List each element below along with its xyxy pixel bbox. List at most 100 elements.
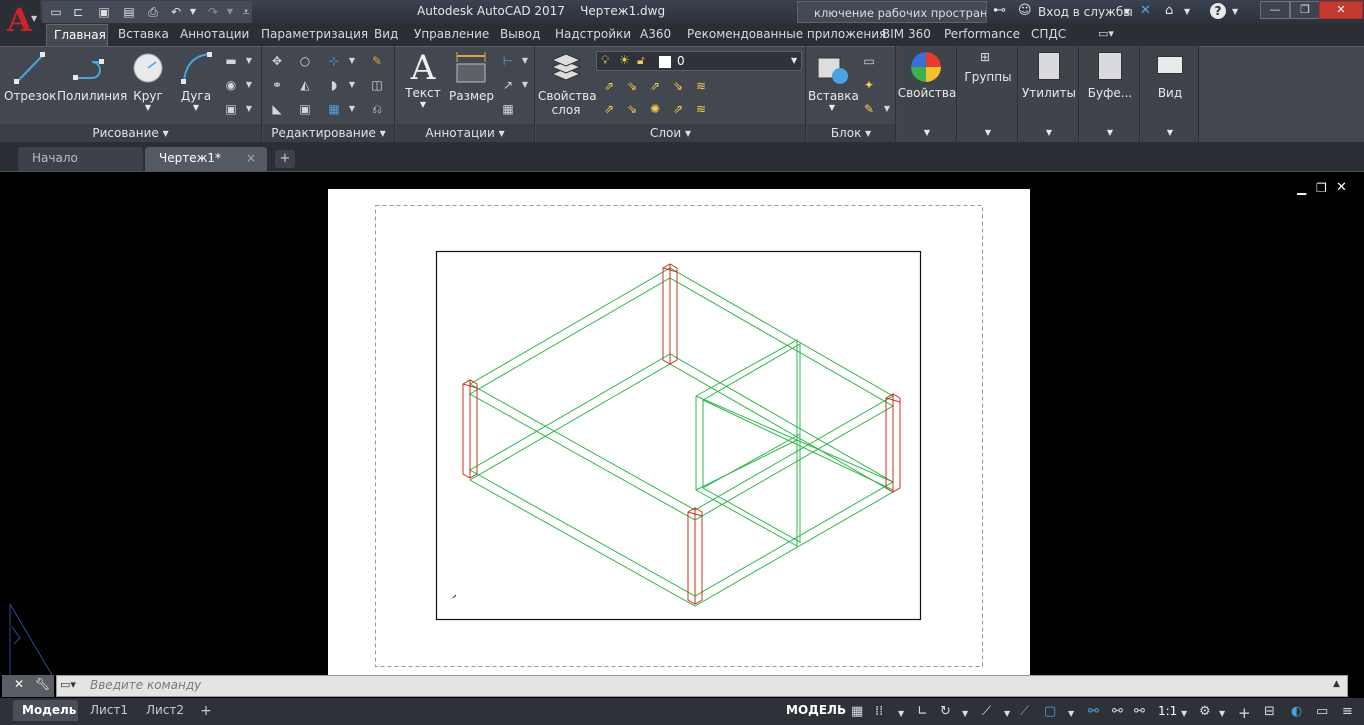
chevron-down-icon[interactable]: ▼ (1181, 709, 1187, 718)
tab-annotate[interactable]: Аннотации (180, 27, 249, 41)
tab-featured-apps[interactable]: Рекомендованные приложения (687, 27, 886, 41)
object-snap-icon[interactable]: ▢ (1044, 704, 1056, 719)
text-tool[interactable]: A Текст ▼ (401, 50, 445, 109)
layer-tool-icon[interactable]: ⇘ (669, 78, 687, 94)
boundary-icon[interactable]: ▣ (222, 101, 240, 117)
plus-icon[interactable]: + (1238, 704, 1251, 722)
chevron-down-icon[interactable]: ▼ (878, 101, 896, 117)
panel-utilities[interactable]: Утилиты ▼ (1019, 46, 1079, 142)
panel-layers-title[interactable]: Слои ▾ (536, 124, 805, 142)
undo-icon[interactable]: ↶ (168, 4, 184, 20)
hatch-icon[interactable]: ◉ (222, 77, 240, 93)
annotation-visibility-icon[interactable]: ⚯ (1088, 704, 1099, 719)
ortho-icon[interactable]: ∟ (917, 704, 928, 719)
customize-command-icon[interactable]: 🔧︎ (35, 677, 50, 691)
panel-view[interactable]: Вид ▼ (1141, 46, 1199, 142)
tab-bim360[interactable]: BIM 360 (882, 27, 931, 41)
customize-dropdown-icon[interactable]: ⩡ (238, 4, 254, 20)
chevron-down-icon[interactable]: ▼ (240, 53, 258, 69)
tab-manage[interactable]: Управление (414, 27, 489, 41)
tab-layout2[interactable]: Лист2 (146, 700, 184, 721)
customize-status-bar-icon[interactable]: ≡ (1342, 704, 1353, 719)
polar-icon[interactable]: ↻ (940, 704, 951, 719)
chevron-down-icon[interactable]: ▼ (516, 53, 534, 69)
tab-spds[interactable]: СПДС (1031, 27, 1066, 41)
layer-dropdown[interactable]: 💡︎ ☀ 🔓︎ 0 ▼ (596, 51, 802, 71)
attribute-icon[interactable]: ✎ (860, 101, 878, 117)
panel-groups[interactable]: ⊞ Группы ▼ (958, 46, 1018, 142)
close-tab-icon[interactable]: × (246, 151, 256, 165)
rectangle-icon[interactable]: ▬ (222, 53, 240, 69)
command-line[interactable] (56, 675, 1348, 697)
hardware-acceleration-icon[interactable]: ◐ (1291, 704, 1302, 719)
workspace-search-box[interactable]: ключение рабочих пространств (797, 1, 987, 23)
undo-dropdown-icon[interactable]: ▼ (185, 4, 201, 20)
close-command-icon[interactable]: ✕ (14, 677, 24, 691)
command-prompt-icon[interactable]: ▭▾ (60, 678, 76, 691)
tab-output[interactable]: Вывод (500, 27, 540, 41)
exchange-apps-icon[interactable]: ✕ (1140, 3, 1151, 18)
chevron-down-icon[interactable]: ▼ (1068, 709, 1074, 718)
layer-tool-icon[interactable]: ≋ (692, 101, 710, 117)
chevron-down-icon[interactable]: ▼ (1184, 7, 1190, 16)
layer-tool-icon[interactable]: ⇗ (646, 78, 664, 94)
move-icon[interactable]: ✥ (268, 53, 286, 69)
tab-parametric[interactable]: Параметризация (261, 27, 368, 41)
stretch-icon[interactable]: ◣ (268, 101, 286, 117)
layer-properties-tool[interactable]: Свойства слоя (538, 50, 597, 117)
table-icon[interactable]: ▦ (499, 101, 517, 117)
chevron-down-icon[interactable]: ▼ (1124, 7, 1130, 16)
chevron-down-icon[interactable]: ▼ (516, 77, 534, 93)
layer-tool-icon[interactable]: ⇘ (623, 101, 641, 117)
chevron-down-icon[interactable]: ▼ (962, 709, 968, 718)
annotation-scale-value[interactable]: 1:1 (1158, 704, 1177, 718)
layer-tool-icon[interactable]: ≋ (692, 78, 710, 94)
chevron-down-icon[interactable]: ▼ (343, 53, 361, 69)
copy-icon[interactable]: ⚭ (268, 77, 286, 93)
panel-properties[interactable]: Свойства ▼ (897, 46, 957, 142)
chevron-down-icon[interactable]: ▼ (343, 77, 361, 93)
model-space-toggle[interactable]: МОДЕЛЬ (786, 703, 846, 717)
tab-a360[interactable]: А360 (640, 27, 671, 41)
fillet-icon[interactable]: ◗ (325, 77, 343, 93)
chevron-down-icon[interactable]: ▼ (1219, 709, 1225, 718)
chevron-down-icon[interactable]: ▼ (1232, 7, 1238, 16)
redo-icon[interactable]: ↷ (205, 4, 221, 20)
panel-block-title[interactable]: Блок ▾ (807, 124, 895, 142)
tab-addins[interactable]: Надстройки (555, 27, 631, 41)
polyline-tool[interactable]: Полилиния (57, 50, 127, 103)
chevron-down-icon[interactable]: ▼ (1004, 709, 1010, 718)
arc-tool[interactable]: Дуга ▼ (176, 50, 216, 112)
panel-draw-title[interactable]: Рисование ▾ (0, 124, 261, 142)
chevron-down-icon[interactable]: ▼ (343, 101, 361, 117)
chevron-down-icon[interactable]: ▼ (898, 709, 904, 718)
rotate-icon[interactable]: ○ (296, 53, 314, 69)
insert-block-tool[interactable]: Вставка ▼ (808, 50, 859, 112)
command-history-icon[interactable]: ▲ (1333, 679, 1340, 689)
edit-block-icon[interactable]: ✦ (860, 77, 878, 93)
scale-icon[interactable]: ▣ (296, 101, 314, 117)
new-tab-button[interactable]: + (275, 150, 295, 168)
command-input[interactable]: Введите команду (90, 678, 201, 692)
workspace-gear-icon[interactable]: ⚙ (1199, 704, 1211, 719)
tab-performance[interactable]: Performance (944, 27, 1020, 41)
layer-tool-icon[interactable]: ⇗ (669, 101, 687, 117)
line-tool[interactable]: Отрезок (4, 50, 56, 103)
save-icon[interactable]: ▣ (96, 4, 112, 20)
new-icon[interactable]: ▭ (48, 4, 64, 20)
leader-icon[interactable]: ↗ (499, 77, 517, 93)
chevron-down-icon[interactable]: ▼ (127, 103, 169, 112)
tab-home[interactable]: Главная (46, 24, 108, 46)
sign-in-button[interactable]: Вход в службы (1038, 5, 1133, 19)
tab-layout1[interactable]: Лист1 (90, 700, 128, 721)
a360-icon[interactable]: ⌂ (1165, 3, 1173, 18)
mirror-icon[interactable]: ◭ (296, 77, 314, 93)
object-snap-tracking-icon[interactable]: ⟋ (1020, 704, 1029, 719)
chevron-down-icon[interactable]: ▼ (176, 103, 216, 112)
tab-model[interactable]: Модель (13, 700, 78, 721)
chevron-down-icon[interactable]: ▼ (240, 77, 258, 93)
circle-tool[interactable]: Круг ▼ (127, 50, 169, 112)
explode-icon[interactable]: ◫ (368, 77, 386, 93)
isodraft-icon[interactable]: ⟋ (982, 704, 991, 719)
user-icon[interactable]: ☺ (1018, 3, 1032, 18)
